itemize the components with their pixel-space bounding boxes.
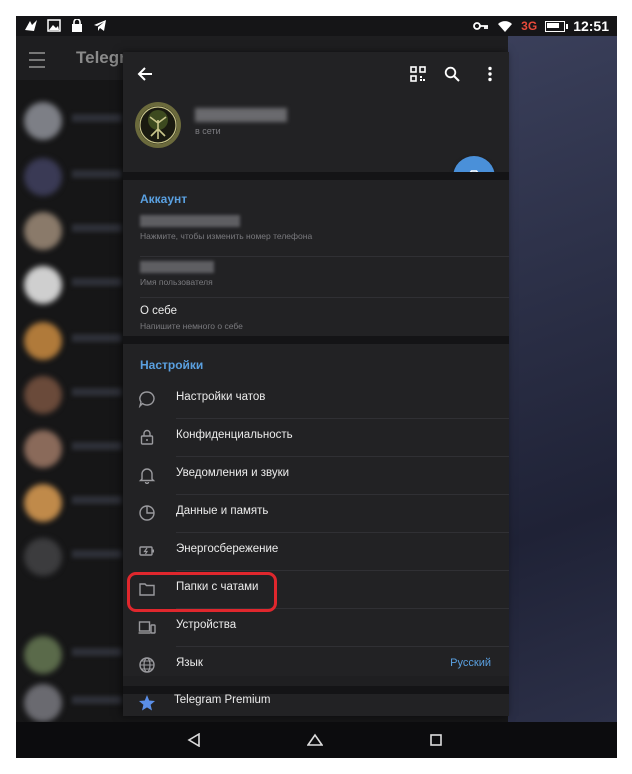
back-triangle-icon[interactable] — [184, 730, 204, 750]
settings-item-label: Уведомления и звуки — [176, 467, 290, 479]
device-screen: 3G 12:51 Telegra в сети Аккаунт Нажмите,… — [16, 16, 617, 758]
network-type: 3G — [521, 19, 538, 33]
status-bar: 3G 12:51 — [16, 16, 617, 36]
qr-code-icon[interactable] — [406, 62, 430, 86]
settings-item-label: Устройства — [176, 619, 237, 631]
signal-app-icon — [25, 20, 37, 31]
background-chat-row — [24, 484, 124, 524]
battery-icon — [545, 20, 569, 32]
settings-item-language[interactable]: Язык Русский — [123, 646, 509, 684]
language-value: Русский — [450, 657, 491, 669]
background-wallpaper — [508, 36, 617, 722]
background-chat-row — [24, 636, 124, 676]
profile-status: в сети — [195, 126, 221, 136]
about-hint: Напишите немного о себе — [140, 321, 243, 331]
pie-chart-icon — [139, 505, 155, 521]
settings-section: Настройки Настройки чатов Конфиденциальн… — [123, 344, 509, 676]
background-chat-row — [24, 102, 124, 142]
settings-item-label: Настройки чатов — [176, 391, 266, 403]
premium-section: Telegram Premium — [123, 694, 509, 716]
settings-item-devices[interactable]: Устройства — [123, 608, 509, 646]
profile-header: в сети — [123, 96, 509, 198]
background-chat-row — [24, 376, 124, 416]
navigation-bar — [16, 722, 617, 758]
star-icon — [139, 695, 155, 711]
lock-icon — [72, 19, 82, 32]
section-gap — [123, 336, 509, 344]
profile-name-blurred — [195, 108, 287, 122]
background-chat-row — [24, 212, 124, 252]
background-chat-row — [24, 266, 124, 306]
settings-item-label: Данные и память — [176, 505, 269, 517]
home-icon[interactable] — [305, 730, 325, 750]
menu-icon[interactable] — [29, 52, 45, 68]
username-blurred — [140, 261, 214, 273]
account-section: Аккаунт Нажмите, чтобы изменить номер те… — [123, 180, 509, 336]
premium-label: Telegram Premium — [174, 694, 271, 706]
settings-item-chats[interactable]: Настройки чатов — [123, 380, 509, 418]
divider — [140, 297, 509, 298]
background-chat-row — [24, 538, 124, 578]
key-icon — [473, 22, 489, 30]
chat-folders-highlight — [127, 572, 277, 612]
divider — [140, 256, 509, 257]
devices-icon — [138, 621, 156, 634]
background-chat-row — [24, 430, 124, 470]
background-chat-row — [24, 158, 124, 198]
settings-item-label: Энергосбережение — [176, 543, 279, 555]
settings-section-title: Настройки — [140, 358, 204, 372]
phone-number-item[interactable]: Нажмите, чтобы изменить номер телефона — [140, 215, 312, 241]
avatar[interactable] — [135, 102, 181, 148]
settings-toolbar — [123, 52, 509, 96]
globe-icon — [139, 657, 155, 673]
phone-number-blurred — [140, 215, 240, 227]
background-chat-row — [24, 322, 124, 362]
more-vertical-icon[interactable] — [478, 62, 502, 86]
phone-number-hint: Нажмите, чтобы изменить номер телефона — [140, 231, 313, 241]
telegram-premium-item[interactable]: Telegram Premium — [123, 686, 509, 716]
username-hint: Имя пользователя — [140, 277, 213, 287]
tree-avatar-image — [139, 106, 177, 144]
settings-item-label: Язык — [176, 657, 203, 669]
search-icon[interactable] — [440, 62, 464, 86]
background-chat-row — [24, 684, 124, 724]
lock-icon — [140, 429, 154, 445]
account-section-title: Аккаунт — [140, 192, 188, 206]
image-icon — [47, 19, 61, 32]
settings-item-notifications[interactable]: Уведомления и звуки — [123, 456, 509, 494]
battery-saver-icon — [139, 546, 154, 556]
chat-bubble-icon — [138, 391, 155, 408]
recents-icon[interactable] — [426, 730, 446, 750]
arrow-left-icon[interactable] — [133, 62, 157, 86]
settings-item-data-storage[interactable]: Данные и память — [123, 494, 509, 532]
settings-item-label: Конфиденциальность — [176, 429, 293, 441]
settings-item-power-saving[interactable]: Энергосбережение — [123, 532, 509, 570]
wifi-icon — [498, 20, 513, 32]
about-item[interactable]: О себе Напишите немного о себе — [140, 305, 243, 331]
settings-item-privacy[interactable]: Конфиденциальность — [123, 418, 509, 456]
telegram-icon — [94, 20, 106, 31]
bell-icon — [138, 468, 156, 484]
section-gap — [123, 172, 509, 180]
about-title: О себе — [140, 305, 178, 317]
settings-panel: в сети Аккаунт Нажмите, чтобы изменить н… — [123, 52, 509, 716]
clock: 12:51 — [573, 18, 609, 34]
username-item[interactable]: Имя пользователя — [140, 261, 214, 287]
